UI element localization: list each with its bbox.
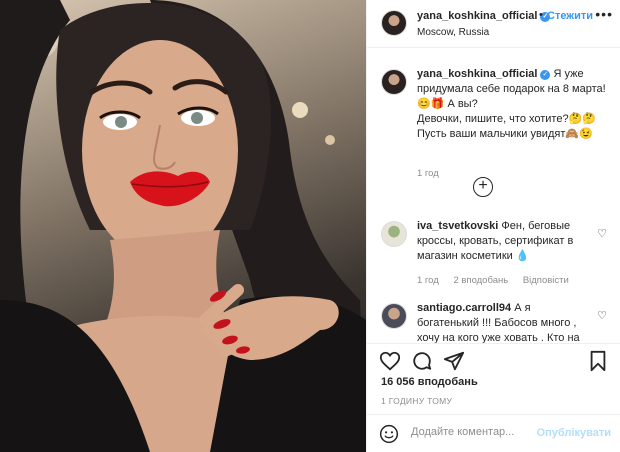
post-side-panel: yana_koshkina_official ✓ • Стежити ••• Mo… xyxy=(366,0,620,452)
portrait-illustration xyxy=(0,0,366,452)
caption-text: yana_koshkina_official ✓ Я уже придумала … xyxy=(417,67,617,142)
add-comment-bar: Опублікувати xyxy=(367,414,620,452)
header-separator: • xyxy=(539,9,543,21)
comment-icon[interactable] xyxy=(411,350,433,372)
follow-button[interactable]: Стежити xyxy=(547,10,593,22)
add-comment-input[interactable] xyxy=(411,426,541,438)
comment-likes[interactable]: 2 вподобань xyxy=(453,275,508,286)
comment-text: iva_tsvetkovski Фен, беговые кроссы, кро… xyxy=(417,219,595,264)
instagram-post: yana_koshkina_official ✓ • Стежити ••• Mo… xyxy=(0,0,620,452)
bookmark-icon[interactable] xyxy=(587,350,609,372)
author-avatar[interactable] xyxy=(381,10,407,36)
author-username[interactable]: yana_koshkina_official xyxy=(417,10,537,22)
publish-button[interactable]: Опублікувати xyxy=(537,427,611,439)
caption-line: Девочки, пишите, что хотите?🤔🤔 xyxy=(417,113,596,125)
caption-avatar[interactable] xyxy=(381,69,407,95)
heart-icon[interactable] xyxy=(379,350,401,372)
comment-meta: 1 год 2 вподобань Відповісти xyxy=(417,275,581,286)
author-username-link[interactable]: yana_koshkina_official ✓ xyxy=(417,10,551,22)
verified-badge-icon: ✓ xyxy=(540,70,551,80)
posted-time[interactable]: 1 ГОДИНУ ТОМУ xyxy=(381,396,452,406)
caption-line: придумала себе подарок на 8 марта! xyxy=(417,83,606,95)
post-location[interactable]: Moscow, Russia xyxy=(417,27,489,38)
caption-line: Пусть ваши мальчики увидят🙈😉 xyxy=(417,128,593,140)
comments-list[interactable]: yana_koshkina_official ✓ Я уже придумала … xyxy=(367,49,620,343)
likes-count[interactable]: 16 056 вподобань xyxy=(381,376,478,388)
comment-username[interactable]: santiago.carroll94 xyxy=(417,302,511,314)
caption-line: 😊🎁 А вы? xyxy=(417,98,478,110)
post-header: yana_koshkina_official ✓ • Стежити ••• Mo… xyxy=(367,0,620,48)
comment-avatar[interactable] xyxy=(381,221,407,247)
heart-icon[interactable]: ♡ xyxy=(597,309,607,322)
caption-username[interactable]: yana_koshkina_official xyxy=(417,68,537,80)
emoji-icon[interactable] xyxy=(379,424,399,444)
plus-circle-icon[interactable]: + xyxy=(473,177,493,197)
post-actions xyxy=(367,343,620,377)
share-icon[interactable] xyxy=(443,350,465,372)
comment-time: 1 год xyxy=(417,275,439,286)
comment-avatar[interactable] xyxy=(381,303,407,329)
caption-time: 1 год xyxy=(417,168,439,179)
comment-username[interactable]: iva_tsvetkovski xyxy=(417,220,498,232)
caption-line: Я уже xyxy=(553,68,584,80)
heart-icon[interactable]: ♡ xyxy=(597,227,607,240)
post-photo[interactable] xyxy=(0,0,366,452)
more-horizontal-icon[interactable]: ••• xyxy=(595,6,613,22)
reply-button[interactable]: Відповісти xyxy=(523,275,569,286)
comment-text: santiago.carroll94 А я богатенький !!! Б… xyxy=(417,301,595,343)
